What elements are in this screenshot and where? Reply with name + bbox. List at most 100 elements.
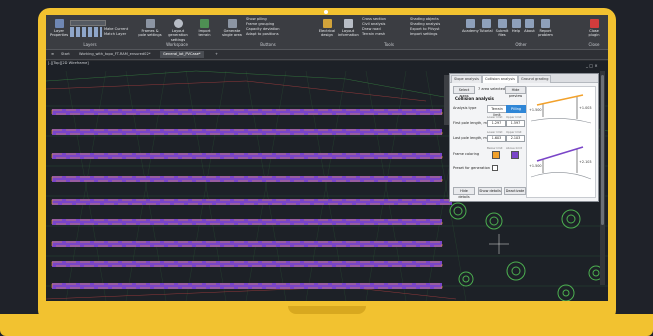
above-limit-color-swatch[interactable] xyxy=(511,151,519,159)
show-piling-button[interactable]: Show piling xyxy=(246,17,267,21)
layout-generation-settings-button[interactable]: Layout generation settings xyxy=(164,19,192,42)
first-pole-upper-input[interactable]: 1.597 xyxy=(506,120,525,127)
import-terrain-button[interactable]: Import terrain xyxy=(193,19,216,38)
first-pole-length-label: First pole length, m xyxy=(453,121,487,125)
upper-limit-label: Upper limit xyxy=(506,115,522,119)
report-problem-button[interactable]: Report problem xyxy=(537,19,554,38)
select-areas-button[interactable]: Select areas xyxy=(453,86,475,98)
ribbon-group-layers: Layer Properties Make Current Match Laye… xyxy=(48,17,132,47)
generate-single-area-button[interactable]: Generate single area xyxy=(220,19,244,38)
dim-top-right: +1.003 xyxy=(579,106,592,110)
ribbon-group-tools: Electrical design Layout information Cro… xyxy=(318,17,460,47)
match-layer-button[interactable]: Match Layer xyxy=(104,32,126,36)
tab-ground-grading[interactable]: Ground grading xyxy=(518,75,552,83)
frame-grouping-button[interactable]: Frame grouping xyxy=(246,22,274,26)
capacity-deviation-button[interactable]: Capacity deviation xyxy=(246,27,280,31)
app-screen: Layer Properties Make Current Match Laye… xyxy=(46,15,608,301)
help-icon xyxy=(511,19,521,28)
frame-row xyxy=(51,129,443,135)
frame-row xyxy=(51,109,443,115)
frame-row xyxy=(51,153,443,159)
pole-diagram: +1.500 +1.003 +1.500 +2.103 xyxy=(529,94,592,180)
hide-details-button[interactable]: Hide details xyxy=(453,187,475,199)
piling-range-option[interactable]: Pilling range xyxy=(506,105,526,117)
preset-generation-checkbox[interactable] xyxy=(492,165,498,171)
tab-slope-analysis[interactable]: Slope analysis xyxy=(451,75,482,83)
terrain-icon xyxy=(200,19,209,28)
about-button[interactable]: About xyxy=(523,19,536,33)
frames-pole-settings-button[interactable]: Frames & pole settings xyxy=(138,19,162,38)
tab-start[interactable]: Start xyxy=(58,51,73,58)
new-tab-icon[interactable]: + xyxy=(212,51,221,58)
import-settings-button[interactable]: Import settings xyxy=(410,32,437,36)
electrical-design-button[interactable]: Electrical design xyxy=(318,19,336,38)
layer-properties-button[interactable]: Layer Properties xyxy=(50,19,68,38)
above-limit-label: Above limit xyxy=(506,146,522,150)
academy-icon xyxy=(465,19,475,28)
tree-icons xyxy=(449,202,604,301)
cursor-crosshair xyxy=(489,234,509,254)
close-icon xyxy=(589,19,599,28)
last-pole-lower-input[interactable]: 1.603 xyxy=(487,135,506,142)
layer-tools-icon[interactable] xyxy=(70,27,102,37)
make-current-button[interactable]: Make Current xyxy=(104,27,128,31)
info-icon xyxy=(525,19,534,28)
view-label[interactable]: [-][Top][2D Wireframe] xyxy=(48,61,89,65)
ribbon-group-label: Tools xyxy=(384,42,394,47)
adapt-positions-button[interactable]: Adapt to positions xyxy=(246,32,279,36)
ribbon-group-label: Other xyxy=(515,42,527,47)
laptop-hinge xyxy=(288,306,366,314)
analysis-type-label: Analysis type xyxy=(453,106,477,110)
tab-file-2[interactable]: General_lot_PVCase* xyxy=(160,51,204,58)
show-details-button[interactable]: Show details xyxy=(478,187,502,195)
ribbon-group-label: Layers xyxy=(83,42,97,47)
gear-icon xyxy=(173,19,183,28)
ribbon-toolbar: Layer Properties Make Current Match Laye… xyxy=(46,15,608,50)
document-icon xyxy=(343,19,353,28)
laptop-base xyxy=(0,314,653,336)
civil-analysis-button[interactable]: Civil analysis xyxy=(362,22,385,26)
upload-icon xyxy=(497,19,507,28)
draw-road-button[interactable]: Draw road xyxy=(362,27,381,31)
pole-length-illustration: +1.500 +1.003 +1.500 +2.103 xyxy=(526,86,596,198)
last-pole-length-label: Last pole length, m xyxy=(453,136,487,140)
frame-row xyxy=(51,176,443,182)
tutorial-button[interactable]: Tutorial xyxy=(478,19,494,33)
close-plugin-button[interactable]: Close plugin xyxy=(584,19,604,38)
lightning-icon xyxy=(322,19,332,28)
cross-section-button[interactable]: Cross section xyxy=(362,17,386,21)
hide-preview-button[interactable]: Hide preview xyxy=(505,86,526,98)
submit-files-button[interactable]: Submit files xyxy=(494,19,510,38)
export-pvsyst-button[interactable]: Export to PVsyst xyxy=(410,27,440,31)
bug-icon xyxy=(541,19,550,28)
lower-limit-label: Lower limit xyxy=(487,130,503,134)
last-pole-upper-input[interactable]: 2.103 xyxy=(506,135,525,142)
viewport-window-controls[interactable]: _ □ × xyxy=(586,63,598,68)
layer-dropdown[interactable] xyxy=(70,20,106,26)
academy-button[interactable]: Academy xyxy=(462,19,479,33)
ribbon-group-label: Buttons xyxy=(260,42,276,47)
document-tab-bar: ≡ Start Working_with_topo_FT-RAM_ensured… xyxy=(46,50,608,60)
menu-icon[interactable]: ≡ xyxy=(48,51,57,58)
terrain-mesh-button[interactable]: Terrain mesh xyxy=(362,32,385,36)
scrollbar-thumb[interactable] xyxy=(601,75,604,225)
frame-row xyxy=(51,261,443,267)
first-pole-lower-input[interactable]: 1.297 xyxy=(487,120,506,127)
deactivate-button[interactable]: Deactivate xyxy=(504,187,526,195)
vertical-scrollbar[interactable] xyxy=(600,71,605,285)
tab-collision-analysis[interactable]: Collision analysis xyxy=(482,75,518,83)
layout-information-button[interactable]: Layout information xyxy=(338,19,359,38)
section-title: Collision analysis xyxy=(455,96,494,101)
frame-coloring-label: Frame coloring xyxy=(453,152,480,156)
frame-row xyxy=(51,219,443,225)
tab-file-1[interactable]: Working_with_topo_FT-RAM_ensured02* xyxy=(76,51,154,58)
help-button[interactable]: Help xyxy=(510,19,522,33)
terrain-limit-option[interactable]: Terrain limit xyxy=(487,105,507,117)
frame-row xyxy=(51,283,443,289)
below-limit-color-swatch[interactable] xyxy=(492,151,500,159)
ribbon-group-workspace: Frames & pole settings Layout generation… xyxy=(138,17,216,47)
shading-objects-button[interactable]: Shading objects xyxy=(410,17,439,21)
frame-row xyxy=(51,199,453,205)
shading-analysis-button[interactable]: Shading analysis xyxy=(410,22,440,26)
ribbon-group-close: Close plugin Close xyxy=(582,17,606,47)
